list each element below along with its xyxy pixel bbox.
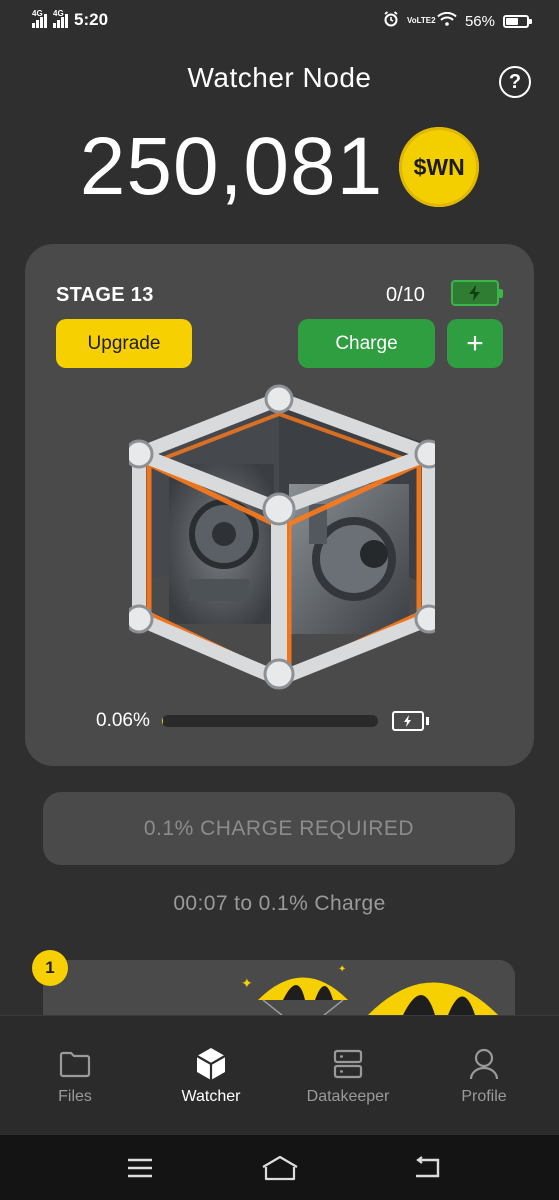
progress-track [161, 715, 378, 727]
balance-row: 250,081 $WN [0, 126, 559, 208]
help-button[interactable]: ? [499, 66, 531, 98]
svg-text:✦: ✦ [241, 976, 253, 992]
charge-timer: 00:07 to 0.1% Charge [173, 892, 386, 915]
system-navigation-bar [0, 1135, 559, 1200]
clock: 5:20 [74, 10, 109, 29]
battery-charging-icon [451, 280, 503, 306]
coin-label: $WN [413, 153, 465, 180]
alarm-icon [383, 11, 399, 31]
nav-watcher[interactable]: Watcher [151, 1046, 271, 1106]
wifi-icon [437, 11, 457, 30]
volte-icon: VoLTE2 [406, 16, 436, 25]
home-icon[interactable] [260, 1153, 300, 1183]
cube-icon [151, 1046, 271, 1082]
status-right: VoLTE2 56% [383, 11, 532, 31]
promo-badge: 1 [32, 950, 68, 986]
signal-icon: 4G [32, 9, 47, 28]
page-title: Watcher Node [187, 62, 372, 93]
folder-icon [15, 1046, 135, 1082]
stage-label: STAGE 13 [56, 284, 154, 306]
upgrade-button[interactable]: Upgrade [56, 319, 192, 368]
battery-percent: 56% [464, 12, 495, 30]
nav-profile[interactable]: Profile [424, 1046, 544, 1106]
server-icon [288, 1046, 408, 1082]
help-icon: ? [508, 70, 522, 93]
nav-datakeeper-label: Datakeeper [306, 1088, 390, 1105]
wn-coin-icon: $WN [399, 127, 480, 207]
status-bar: 4G 4G 5:20 VoLTE2 56% [0, 0, 559, 44]
nav-files-label: Files [58, 1088, 92, 1105]
node-card: STAGE 13 0/10 Upgrade Charge + 0.06% [25, 244, 534, 766]
charge-progress: 0.06% [96, 710, 429, 732]
charge-count: 0/10 [386, 284, 425, 306]
balance-amount: 250,081 [79, 121, 384, 212]
battery-icon [503, 14, 532, 28]
back-icon[interactable] [406, 1153, 446, 1183]
network-type-1: 4G [32, 9, 43, 18]
watcher-node-cube-image [124, 384, 444, 690]
add-charge-button[interactable]: + [447, 319, 503, 368]
menu-icon[interactable] [120, 1153, 160, 1183]
battery-bolt-icon [391, 711, 429, 731]
nav-datakeeper[interactable]: Datakeeper [288, 1046, 408, 1106]
signal-icon-2: 4G [53, 9, 68, 28]
progress-percent: 0.06% [96, 710, 150, 731]
nav-watcher-label: Watcher [181, 1088, 241, 1105]
network-type-2: 4G [53, 9, 64, 18]
nav-files[interactable]: Files [15, 1046, 135, 1106]
user-icon [424, 1046, 544, 1082]
nav-profile-label: Profile [461, 1088, 507, 1105]
charge-required-button[interactable]: 0.1% CHARGE REQUIRED [43, 792, 515, 865]
charge-button[interactable]: Charge [298, 319, 435, 368]
svg-text:✦: ✦ [338, 964, 346, 975]
status-left: 4G 4G 5:20 [32, 9, 109, 30]
bottom-navigation: Files Watcher Datakeeper Profile [0, 1015, 559, 1135]
